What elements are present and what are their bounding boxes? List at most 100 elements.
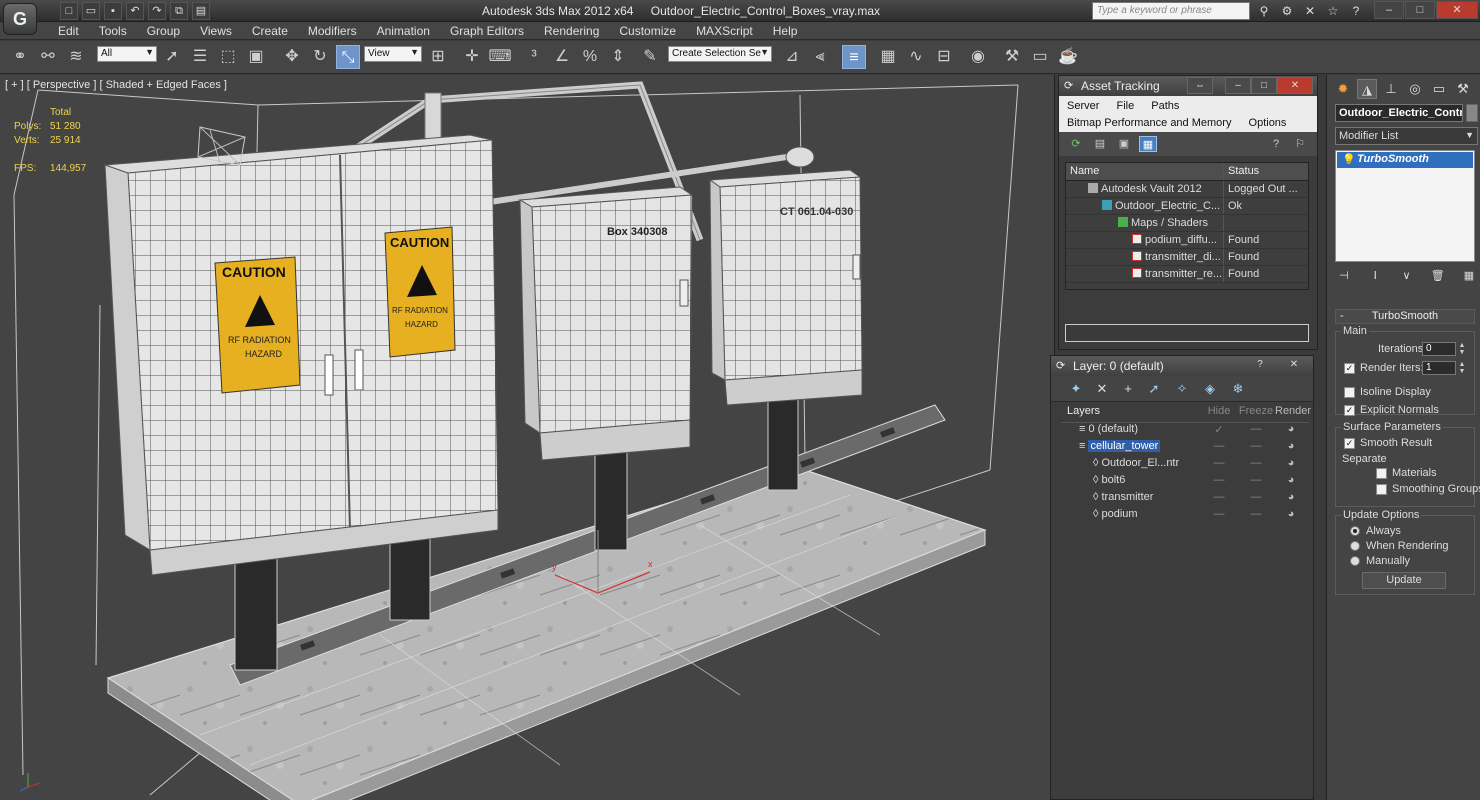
table-row[interactable]: Outdoor_Electric_C... Ok: [1066, 198, 1308, 215]
align-icon[interactable]: ⫷: [808, 45, 832, 69]
hide-all-layers-icon[interactable]: ◈: [1201, 381, 1219, 397]
lightbulb-icon[interactable]: 💡: [1342, 153, 1356, 166]
render-iters-checkbox[interactable]: ✓: [1344, 363, 1355, 374]
table-row[interactable]: transmitter_re... Found: [1066, 266, 1308, 283]
utilities-tab-icon[interactable]: ⚒: [1453, 79, 1473, 99]
close-button[interactable]: ✕: [1436, 1, 1478, 19]
make-unique-icon[interactable]: ∨: [1398, 268, 1416, 284]
remove-modifier-icon[interactable]: 🗑: [1429, 268, 1447, 284]
unlink-icon[interactable]: ⚯: [36, 45, 60, 69]
layer-titlebar[interactable]: ⟳ Layer: 0 (default) ? ✕: [1051, 356, 1313, 376]
menu-group[interactable]: Group: [137, 22, 190, 40]
hide-toggle[interactable]: —: [1201, 440, 1237, 457]
isoline-checkbox[interactable]: [1344, 387, 1355, 398]
freeze-toggle[interactable]: —: [1237, 474, 1275, 491]
freeze-toggle[interactable]: —: [1237, 440, 1275, 457]
layer-row[interactable]: ◊ Outdoor_El...ntr — — ◕: [1061, 457, 1309, 474]
select-by-name-icon[interactable]: ☰: [188, 45, 212, 69]
freeze-toggle[interactable]: —: [1237, 457, 1275, 474]
menu-views[interactable]: Views: [190, 22, 242, 40]
undo-icon[interactable]: ↶: [126, 2, 144, 20]
material-editor-icon[interactable]: ◉: [966, 45, 990, 69]
bind-space-warp-icon[interactable]: ≋: [64, 45, 88, 69]
hierarchy-tab-icon[interactable]: ⊥: [1381, 79, 1401, 99]
menu-modifiers[interactable]: Modifiers: [298, 22, 367, 40]
show-end-result-icon[interactable]: Ⅰ: [1366, 268, 1384, 284]
when-rendering-radio[interactable]: [1350, 541, 1360, 551]
create-layer-icon[interactable]: ✦: [1067, 381, 1085, 397]
delete-layer-icon[interactable]: ✕: [1093, 381, 1111, 397]
select-move-icon[interactable]: ✥: [280, 45, 304, 69]
object-name-field[interactable]: Outdoor_Electric_Control: [1335, 104, 1463, 122]
hold-icon[interactable]: ⧉: [170, 2, 188, 20]
maximize-button[interactable]: □: [1405, 1, 1435, 19]
freeze-all-layers-icon[interactable]: ❄: [1229, 381, 1247, 397]
redo-icon[interactable]: ↷: [148, 2, 166, 20]
binoculars-icon[interactable]: ⚲: [1254, 2, 1274, 20]
smooth-result-checkbox[interactable]: ✓: [1344, 438, 1355, 449]
new-file-icon[interactable]: □: [60, 2, 78, 20]
render-toggle[interactable]: ◕: [1275, 508, 1307, 525]
snaps-toggle-icon[interactable]: ³: [522, 45, 546, 69]
perspective-viewport[interactable]: CAUTION CAUTION RF RADIATION HAZARD RF R…: [0, 75, 1055, 800]
keyboard-shortcut-icon[interactable]: ⌨: [488, 45, 512, 69]
help-icon[interactable]: ?: [1346, 2, 1366, 20]
save-icon[interactable]: ▪: [104, 2, 122, 20]
explicit-normals-checkbox[interactable]: ✓: [1344, 405, 1355, 416]
rendered-frame-window-icon[interactable]: ▭: [1028, 45, 1052, 69]
menu-rendering[interactable]: Rendering: [534, 22, 609, 40]
asset-minimize-button[interactable]: –: [1225, 77, 1251, 94]
turbosmooth-rollout-header[interactable]: - TurboSmooth: [1335, 309, 1475, 324]
object-color-swatch[interactable]: [1466, 104, 1478, 122]
menu-tools[interactable]: Tools: [89, 22, 137, 40]
window-crossing-icon[interactable]: ▣: [244, 45, 268, 69]
help-context-icon[interactable]: ⚐: [1291, 136, 1309, 152]
favorites-star-icon[interactable]: ☆: [1323, 2, 1343, 20]
reference-coordinate-dropdown[interactable]: View ▼: [364, 46, 422, 62]
asset-path-field[interactable]: [1065, 324, 1309, 342]
smoothing-groups-checkbox[interactable]: [1376, 484, 1387, 495]
col-freeze-header[interactable]: Freeze: [1237, 405, 1275, 422]
menu-create[interactable]: Create: [242, 22, 298, 40]
rectangular-selection-icon[interactable]: ⬚: [216, 45, 240, 69]
dock-toggle-button[interactable]: ⇔: [1187, 77, 1213, 94]
col-name-header[interactable]: Name: [1066, 163, 1224, 180]
freeze-toggle[interactable]: —: [1237, 508, 1275, 525]
menu-animation[interactable]: Animation: [367, 22, 440, 40]
menu-edit[interactable]: Edit: [48, 22, 89, 40]
motion-tab-icon[interactable]: ◎: [1405, 79, 1425, 99]
modifier-list-dropdown[interactable]: Modifier List ▼: [1335, 127, 1478, 145]
percent-snap-icon[interactable]: %: [578, 45, 602, 69]
layer-row[interactable]: ◊ transmitter — — ◕: [1061, 491, 1309, 508]
table-row[interactable]: Maps / Shaders: [1066, 215, 1308, 232]
render-toggle[interactable]: ◕: [1275, 440, 1307, 457]
select-object-icon[interactable]: ➚: [160, 45, 184, 69]
minimize-button[interactable]: –: [1374, 1, 1404, 19]
asset-menu-server[interactable]: Server: [1067, 100, 1099, 112]
spinner-arrows-icon[interactable]: ▲ ▼: [1458, 361, 1466, 375]
spinner-snap-icon[interactable]: ⇕: [606, 45, 630, 69]
configure-modifier-sets-icon[interactable]: ▦: [1460, 268, 1478, 284]
layer-row[interactable]: ≡ 0 (default) ✓ — ◕: [1061, 423, 1309, 440]
freeze-toggle[interactable]: —: [1237, 423, 1275, 440]
curve-editor-icon[interactable]: ∿: [904, 45, 928, 69]
spinner-arrows-icon[interactable]: ▲ ▼: [1458, 342, 1466, 356]
modify-tab-icon[interactable]: ◮: [1357, 79, 1377, 99]
search-input[interactable]: Type a keyword or phrase: [1092, 2, 1250, 20]
mirror-icon[interactable]: ⊿: [780, 45, 804, 69]
menu-maxscript[interactable]: MAXScript: [686, 22, 763, 40]
layer-row[interactable]: ≡ cellular_tower — — ◕: [1061, 440, 1309, 457]
iterations-spinner[interactable]: 0: [1422, 342, 1456, 356]
modifier-stack-item[interactable]: 💡 TurboSmooth: [1337, 152, 1473, 168]
hide-toggle[interactable]: ✓: [1201, 423, 1237, 440]
pivot-center-icon[interactable]: ⊞: [426, 45, 450, 69]
menu-graph-editors[interactable]: Graph Editors: [440, 22, 534, 40]
layer-manager-icon[interactable]: ≡: [842, 45, 866, 69]
hide-toggle[interactable]: —: [1201, 474, 1237, 491]
table-view-icon[interactable]: ▦: [1139, 136, 1157, 152]
asset-tracking-titlebar[interactable]: ⟳ Asset Tracking ⇔ – □ ✕: [1059, 76, 1317, 96]
asset-menu-file[interactable]: File: [1116, 100, 1134, 112]
render-iters-spinner[interactable]: 1: [1422, 361, 1456, 375]
layer-row[interactable]: ◊ podium — — ◕: [1061, 508, 1309, 525]
select-rotate-icon[interactable]: ↻: [308, 45, 332, 69]
